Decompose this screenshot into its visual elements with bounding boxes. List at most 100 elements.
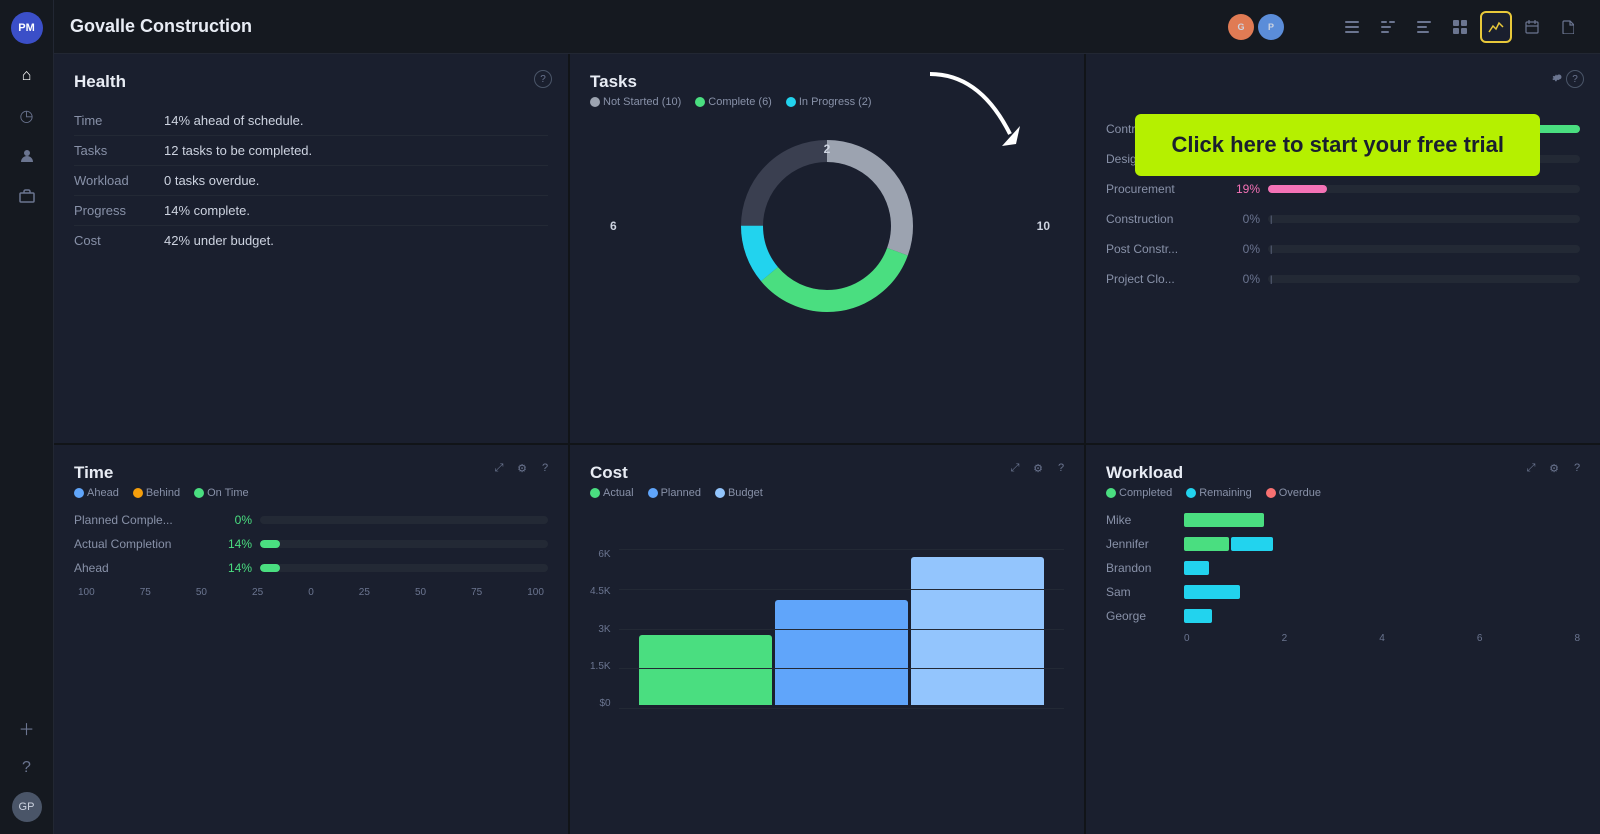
legend-dot (590, 488, 600, 498)
time-help-icon[interactable]: ? (536, 459, 554, 477)
progress-pct: 0% (1224, 272, 1260, 286)
tasks-legend-item: In Progress (2) (786, 96, 872, 108)
workload-help-icon[interactable]: ? (1568, 459, 1586, 477)
sidebar-item-add[interactable]: ＋ (11, 712, 43, 744)
cost-bar-group (639, 557, 1044, 705)
tasks-panel: Tasks Not Started (10)Complete (6)In Pro… (570, 54, 1084, 443)
sidebar-item-briefcase[interactable] (11, 180, 43, 212)
workload-remaining-bar (1184, 561, 1209, 575)
progress-pct: 19% (1224, 182, 1260, 196)
health-help[interactable]: ? (534, 70, 552, 88)
user-avatar[interactable]: GP (12, 792, 42, 822)
workload-axis: 02468 (1106, 633, 1580, 644)
progress-label: Design (1106, 152, 1216, 166)
progress-label: Post Constr... (1106, 242, 1216, 256)
health-row: Workload0 tasks overdue. (74, 166, 548, 196)
tasks-progress-panel: ? Contracts 100% Design 80% Procurement … (1086, 54, 1600, 443)
toolbar-list[interactable] (1336, 11, 1368, 43)
cost-help-icon[interactable]: ? (1052, 459, 1070, 477)
donut-label-10: 10 (1037, 219, 1050, 233)
tasks-right-gear[interactable] (1552, 70, 1566, 87)
workload-name: Brandon (1106, 561, 1176, 575)
workload-remaining-bar (1184, 609, 1212, 623)
view-toolbar (1336, 11, 1584, 43)
progress-label: Procurement (1106, 182, 1216, 196)
time-axis: 1007550250 255075100 (74, 587, 548, 598)
health-title: Health (74, 72, 548, 92)
cost-panel: Cost ⤢ ⚙ ? Actual Planned Budget 6K4.5K3… (570, 445, 1084, 834)
progress-row: Contracts 100% (1106, 122, 1580, 136)
toolbar-align[interactable] (1408, 11, 1440, 43)
health-row-label: Tasks (74, 136, 164, 166)
workload-legend-item: Remaining (1186, 487, 1252, 499)
legend-dot (695, 97, 705, 107)
app-logo[interactable]: PM (11, 12, 43, 44)
health-row: Time14% ahead of schedule. (74, 106, 548, 136)
time-panel: Time ⤢ ⚙ ? AheadBehindOn Time Planned Co… (54, 445, 568, 834)
workload-bars (1184, 561, 1580, 575)
legend-dot (648, 488, 658, 498)
progress-pct: 0% (1224, 212, 1260, 226)
toolbar-file[interactable] (1552, 11, 1584, 43)
legend-dot (133, 488, 143, 498)
cost-legend: Actual Planned Budget (590, 487, 1064, 499)
cost-legend-item: Budget (715, 487, 763, 499)
time-legend-item: Ahead (74, 487, 119, 499)
progress-bar-fill (1268, 185, 1327, 193)
workload-row: George (1106, 609, 1580, 623)
time-rows: Planned Comple... 0% Actual Completion 1… (74, 513, 548, 575)
avatar-g[interactable]: G (1228, 14, 1254, 40)
tasks-title: Tasks (590, 72, 1064, 92)
time-expand-icon[interactable]: ⤢ (490, 459, 508, 477)
health-row: Cost42% under budget. (74, 226, 548, 256)
cost-bars (619, 549, 1064, 709)
progress-pct: 100% (1224, 122, 1260, 136)
time-row-pct: 0% (212, 513, 252, 527)
time-row: Actual Completion 14% (74, 537, 548, 551)
sidebar-item-clock[interactable]: ◷ (11, 100, 43, 132)
workload-gear-icon[interactable]: ⚙ (1545, 459, 1563, 477)
workload-row: Mike (1106, 513, 1580, 527)
health-row: Tasks12 tasks to be completed. (74, 136, 548, 166)
avatar-p[interactable]: P (1258, 14, 1284, 40)
workload-legend-item: Overdue (1266, 487, 1321, 499)
time-gear-icon[interactable]: ⚙ (513, 459, 531, 477)
tasks-right-help[interactable]: ? (1566, 70, 1584, 88)
workload-row: Jennifer (1106, 537, 1580, 551)
cost-expand-icon[interactable]: ⤢ (1006, 459, 1024, 477)
progress-bar-fill (1268, 125, 1580, 133)
time-row-label: Planned Comple... (74, 513, 204, 527)
progress-label: Project Clo... (1106, 272, 1216, 286)
tasks-legend-item: Not Started (10) (590, 96, 681, 108)
time-bar-wrap (260, 564, 548, 572)
sidebar-item-help[interactable]: ? (11, 752, 43, 784)
cost-panel-icons: ⤢ ⚙ ? (1006, 459, 1070, 477)
sidebar-item-users[interactable] (11, 140, 43, 172)
cost-title: Cost (590, 463, 1064, 483)
cost-bar-actual (639, 635, 772, 705)
workload-name: Jennifer (1106, 537, 1176, 551)
cost-gear-icon[interactable]: ⚙ (1029, 459, 1047, 477)
time-row: Ahead 14% (74, 561, 548, 575)
time-legend: AheadBehindOn Time (74, 487, 548, 499)
legend-dot (786, 97, 796, 107)
time-bar (260, 540, 280, 548)
health-panel: Health ? Time14% ahead of schedule.Tasks… (54, 54, 568, 443)
time-row-label: Ahead (74, 561, 204, 575)
toolbar-grid[interactable] (1444, 11, 1476, 43)
progress-pct: 0% (1224, 242, 1260, 256)
workload-expand-icon[interactable]: ⤢ (1522, 459, 1540, 477)
workload-completed-bar (1184, 513, 1264, 527)
topbar: Govalle Construction G P (54, 0, 1600, 54)
time-bar (260, 564, 280, 572)
progress-row: Procurement 19% (1106, 182, 1580, 196)
legend-dot (194, 488, 204, 498)
health-row: Progress14% complete. (74, 196, 548, 226)
sidebar-item-home[interactable]: ⌂ (11, 60, 43, 92)
toolbar-chart[interactable] (1480, 11, 1512, 43)
toolbar-gantt[interactable] (1372, 11, 1404, 43)
toolbar-calendar[interactable] (1516, 11, 1548, 43)
progress-row: Design 80% (1106, 152, 1580, 166)
workload-bars (1184, 513, 1580, 527)
tasks-progress-rows: Contracts 100% Design 80% Procurement 19… (1106, 122, 1580, 286)
